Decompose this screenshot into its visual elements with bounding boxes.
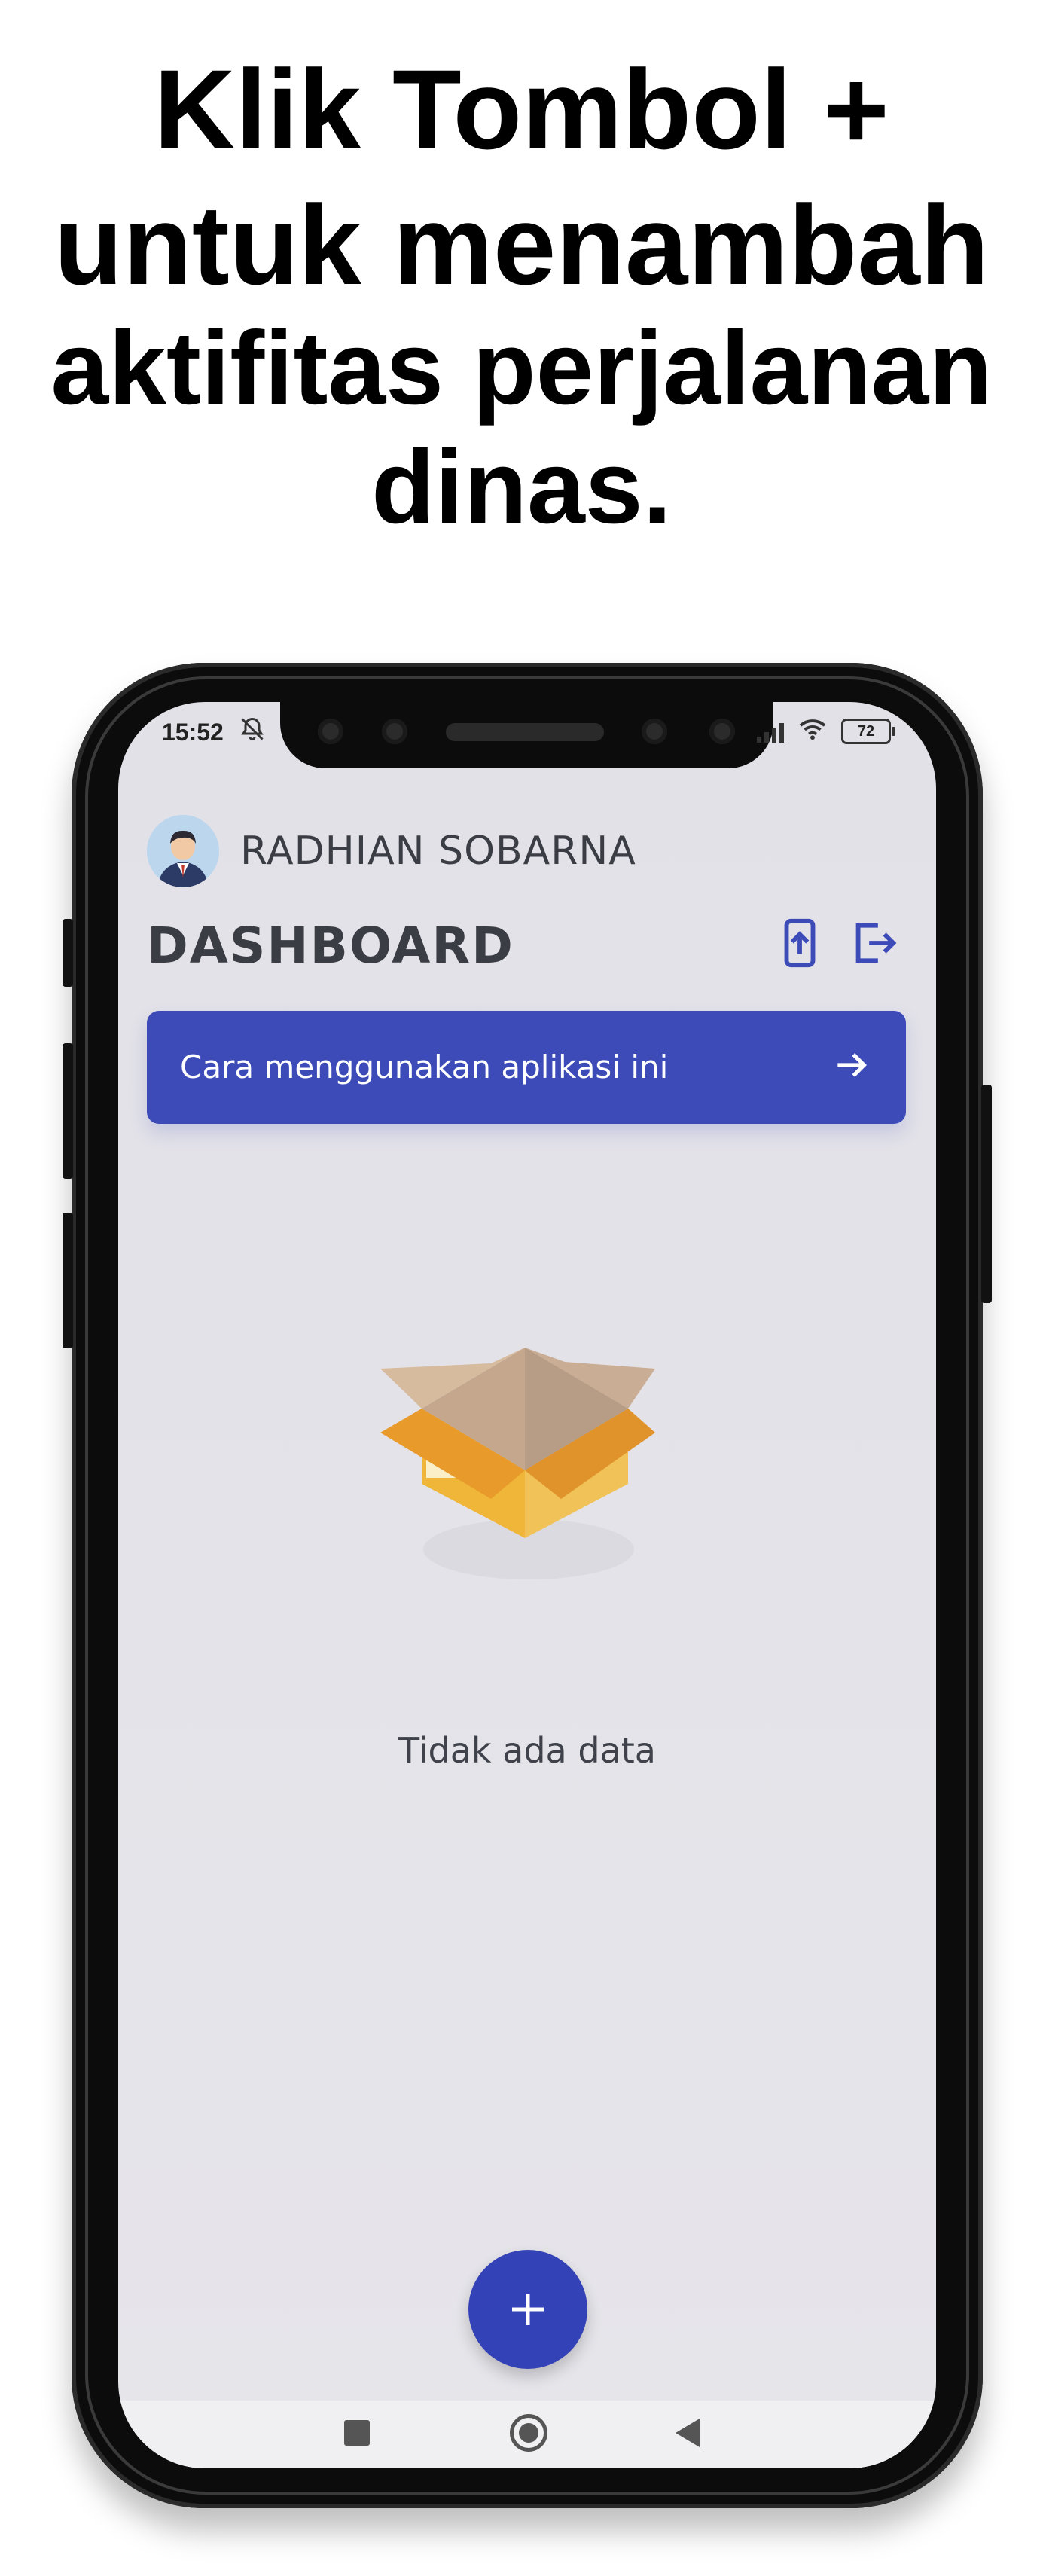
volume-up-button (63, 1043, 73, 1179)
camera-notch (280, 702, 773, 768)
arrow-right-icon (831, 1044, 873, 1089)
tutorial-banner-button[interactable]: Cara menggunakan aplikasi ini (147, 1011, 906, 1124)
power-button (981, 1085, 992, 1303)
back-icon[interactable] (676, 2419, 700, 2447)
side-button (63, 919, 73, 987)
open-box-icon (378, 1290, 672, 1591)
headline-line-3: aktifitas perjalanan (50, 310, 993, 426)
front-camera-icon (709, 719, 735, 744)
logout-icon[interactable] (847, 917, 900, 969)
upload-phone-icon[interactable] (773, 917, 826, 969)
plus-icon (512, 2294, 544, 2325)
phone-frame: 15:52 72 RADHIAN SOBARNA DASHBOARD Cara … (63, 663, 992, 2508)
bell-off-icon (239, 716, 266, 749)
user-profile[interactable]: RADHIAN SOBARNA (147, 815, 636, 887)
sensor-icon (642, 719, 667, 744)
battery-icon: 72 (841, 718, 895, 744)
headline-line-4: dinas. (371, 429, 672, 545)
headline-line-1: Klik Tombol + (154, 46, 889, 172)
recent-apps-icon[interactable] (344, 2420, 370, 2446)
wifi-icon (797, 717, 828, 745)
promo-headline: Klik Tombol + untuk menambah aktifitas p… (0, 53, 1043, 539)
avatar[interactable] (147, 815, 219, 887)
tutorial-banner-label: Cara menggunakan aplikasi ini (180, 1048, 669, 1085)
front-camera-icon (382, 719, 407, 744)
sensor-icon (318, 719, 343, 744)
earpiece-speaker (446, 723, 604, 741)
home-icon[interactable] (510, 2414, 547, 2452)
user-name: RADHIAN SOBARNA (240, 829, 636, 874)
app-screen: 15:52 72 RADHIAN SOBARNA DASHBOARD Cara … (118, 702, 936, 2468)
headline-line-2: untuk menambah (53, 182, 990, 308)
add-activity-button[interactable] (468, 2250, 587, 2369)
page-title: DASHBOARD (147, 917, 514, 975)
status-time: 15:52 (162, 719, 224, 746)
status-icons: 72 (757, 717, 895, 745)
volume-down-button (63, 1213, 73, 1348)
system-nav-bar (118, 2401, 936, 2468)
empty-state-message: Tidak ada data (398, 1730, 656, 1771)
signal-icon (757, 720, 784, 743)
status-bar: 15:52 72 (118, 702, 936, 768)
